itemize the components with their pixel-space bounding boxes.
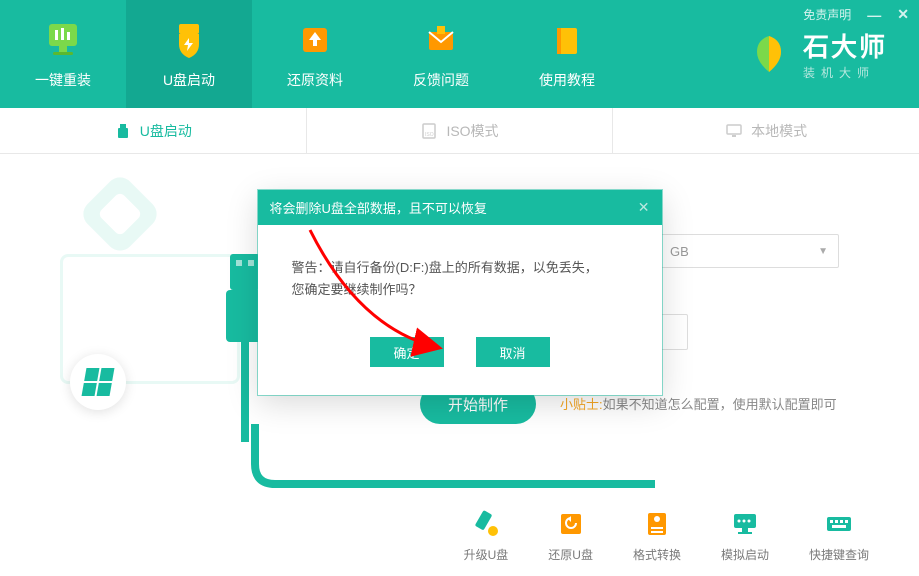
dialog-body: 警告：请自行备份(D:F:)盘上的所有数据，以免丢失， 您确定要继续制作吗？ (258, 225, 662, 319)
dialog-cancel-button[interactable]: 取消 (476, 337, 550, 367)
dialog-actions: 确定 取消 (258, 319, 662, 395)
modal-overlay: 将会删除U盘全部数据，且不可以恢复 ✕ 警告：请自行备份(D:F:)盘上的所有数… (0, 0, 919, 576)
dialog-title: 将会删除U盘全部数据，且不可以恢复 (270, 198, 487, 217)
dialog-close-button[interactable]: ✕ (638, 199, 650, 216)
dialog-warning-line1: 警告：请自行备份(D:F:)盘上的所有数据，以免丢失， (292, 257, 628, 279)
confirm-dialog: 将会删除U盘全部数据，且不可以恢复 ✕ 警告：请自行备份(D:F:)盘上的所有数… (258, 190, 662, 395)
dialog-warning-line2: 您确定要继续制作吗？ (292, 279, 628, 301)
dialog-header: 将会删除U盘全部数据，且不可以恢复 ✕ (258, 190, 662, 225)
dialog-ok-button[interactable]: 确定 (370, 337, 444, 367)
